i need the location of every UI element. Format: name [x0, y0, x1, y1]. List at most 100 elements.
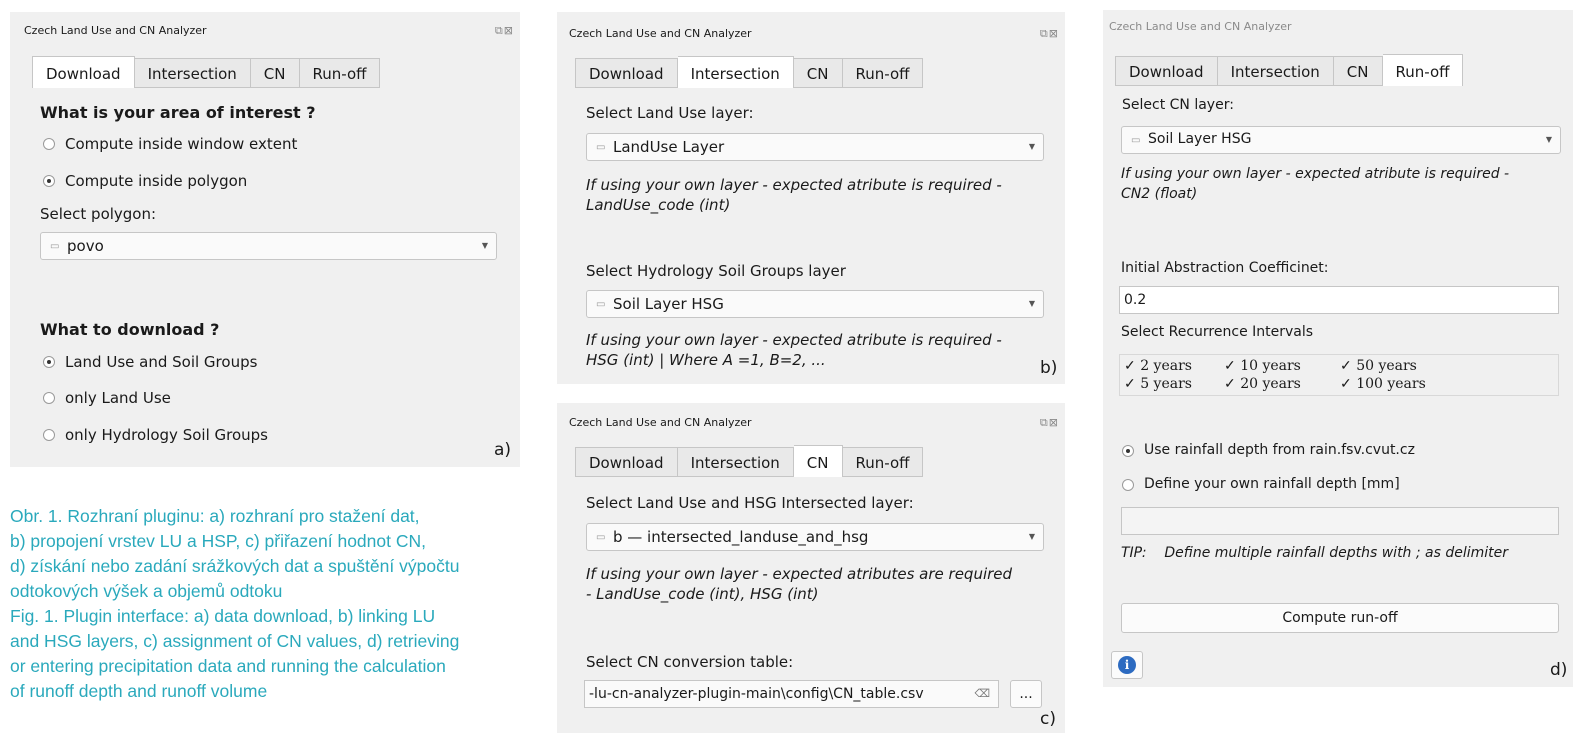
radio-rain-own[interactable]: [1122, 479, 1134, 491]
window-buttons[interactable]: ⧉⊠: [495, 24, 514, 38]
recurrence-label: 50 years: [1356, 358, 1417, 374]
hint-line: - LandUse_code (int), HSG (int): [586, 585, 819, 603]
chevron-down-icon: ▼: [481, 241, 488, 250]
tab-intersection[interactable]: Intersection: [1217, 56, 1334, 86]
dialog-title: Czech Land Use and CN Analyzer: [569, 27, 752, 40]
hsg-label: Select Hydrology Soil Groups layer: [586, 262, 846, 280]
hsg-value: Soil Layer HSG: [613, 295, 724, 313]
tab-intersection[interactable]: Intersection: [677, 447, 794, 477]
radio-polygon[interactable]: [43, 175, 55, 187]
tip-label: TIP:: [1121, 545, 1147, 561]
landuse-hint: If using your own layer - expected atrib…: [586, 175, 1002, 215]
landuse-value: LandUse Layer: [613, 138, 725, 156]
tab-download[interactable]: Download: [32, 56, 135, 88]
dialog-title: Czech Land Use and CN Analyzer: [569, 416, 752, 429]
radio-rain-online[interactable]: [1122, 445, 1134, 457]
caption-line: b) propojení vrstev LU a HSP, c) přiřaze…: [10, 531, 426, 551]
landuse-combo[interactable]: ▭ LandUse Layer ▼: [586, 133, 1044, 161]
polygon-combo[interactable]: ▭ povo ▼: [40, 232, 497, 260]
tab-intersection[interactable]: Intersection: [134, 58, 251, 88]
cn-hint: If using your own layer - expected atrib…: [1121, 164, 1509, 204]
tab-cn[interactable]: CN: [1333, 56, 1383, 86]
radio-only-landuse-label: only Land Use: [65, 389, 171, 407]
panel-letter-b: b): [1040, 358, 1058, 378]
chevron-down-icon: ▼: [1028, 532, 1035, 541]
recurrence-label: 2 years: [1140, 358, 1192, 374]
tab-cn[interactable]: CN: [793, 445, 843, 477]
panel-letter-a: a): [494, 440, 512, 460]
caption-line: d) získání nebo zadání srážkových dat a …: [10, 556, 460, 576]
radio-landuse-soil-label: Land Use and Soil Groups: [65, 353, 258, 371]
caption-line: Fig. 1. Plugin interface: a) data downlo…: [10, 606, 436, 626]
recurrence-label: Select Recurrence Intervals: [1121, 324, 1314, 340]
area-heading: What is your area of interest ?: [40, 103, 316, 122]
select-polygon-label: Select polygon:: [40, 205, 157, 223]
intersected-combo[interactable]: ▭ b — intersected_landuse_and_hsg ▼: [586, 523, 1044, 551]
tab-run-off[interactable]: Run-off: [842, 58, 924, 88]
hint-line: HSG (int) | Where A =1, B=2, ...: [586, 351, 826, 369]
intersected-label: Select Land Use and HSG Intersected laye…: [586, 494, 914, 512]
recurrence-group: ✓ 2 years ✓ 10 years ✓ 50 years ✓ 5 year…: [1119, 354, 1559, 396]
tip-message: Define multiple rainfall depths with ; a…: [1164, 545, 1509, 561]
chevron-down-icon: ▼: [1028, 299, 1035, 308]
clear-icon[interactable]: ⌫: [974, 681, 990, 707]
tab-run-off[interactable]: Run-off: [1382, 54, 1464, 86]
tab-cn[interactable]: CN: [793, 58, 843, 88]
hint-line: If using your own layer - expected atrib…: [586, 331, 1002, 349]
tab-bar: Download Intersection CN Run-off: [1115, 54, 1464, 86]
table-path-value: -lu-cn-analyzer-plugin-main\config\CN_ta…: [589, 686, 924, 702]
radio-only-hsg-label: only Hydrology Soil Groups: [65, 426, 268, 444]
radio-polygon-label: Compute inside polygon: [65, 172, 248, 190]
radio-window-extent-label: Compute inside window extent: [65, 135, 298, 153]
caption-line: Obr. 1. Rozhraní pluginu: a) rozhraní pr…: [10, 506, 420, 526]
radio-only-landuse[interactable]: [43, 392, 55, 404]
recurrence-checkbox[interactable]: ✓ 10 years: [1224, 358, 1301, 374]
landuse-label: Select Land Use layer:: [586, 104, 754, 122]
tab-intersection[interactable]: Intersection: [677, 56, 794, 88]
recurrence-checkbox[interactable]: ✓ 2 years: [1124, 358, 1192, 374]
browse-button[interactable]: ...: [1010, 680, 1042, 708]
tip-text: TIP: Define multiple rainfall depths wit…: [1121, 543, 1508, 563]
tab-run-off[interactable]: Run-off: [299, 58, 381, 88]
radio-rain-own-label: Define your own rainfall depth [mm]: [1144, 476, 1400, 492]
tab-download[interactable]: Download: [1115, 56, 1218, 86]
layer-icon: ▭: [1131, 135, 1141, 146]
radio-rain-online-label: Use rainfall depth from rain.fsv.cvut.cz: [1144, 442, 1415, 458]
radio-only-hsg[interactable]: [43, 429, 55, 441]
abstraction-label: Initial Abstraction Coefficinet:: [1121, 260, 1329, 276]
info-button[interactable]: i: [1111, 651, 1143, 679]
recurrence-checkbox[interactable]: ✓ 20 years: [1224, 376, 1301, 392]
tab-run-off[interactable]: Run-off: [842, 447, 924, 477]
intersected-value: b — intersected_landuse_and_hsg: [613, 528, 869, 546]
intersected-hint: If using your own layer - expected atrib…: [586, 564, 1012, 604]
cn-layer-combo[interactable]: ▭ Soil Layer HSG ▼: [1121, 126, 1561, 154]
panel-letter-d: d): [1550, 660, 1568, 680]
recurrence-checkbox[interactable]: ✓ 100 years: [1340, 376, 1426, 392]
polygon-value: povo: [67, 237, 104, 255]
tab-download[interactable]: Download: [575, 58, 678, 88]
tab-bar: Download Intersection CN Run-off: [575, 445, 924, 477]
recurrence-checkbox[interactable]: ✓ 5 years: [1124, 376, 1192, 392]
chevron-down-icon: ▼: [1028, 142, 1035, 151]
recurrence-checkbox[interactable]: ✓ 50 years: [1340, 358, 1417, 374]
cn-layer-label: Select CN layer:: [1122, 97, 1234, 113]
rainfall-depth-input[interactable]: [1121, 507, 1559, 535]
hint-line: LandUse_code (int): [586, 196, 731, 214]
compute-runoff-button[interactable]: Compute run-off: [1121, 603, 1559, 633]
hsg-combo[interactable]: ▭ Soil Layer HSG ▼: [586, 290, 1044, 318]
abstraction-input[interactable]: 0.2: [1119, 286, 1559, 314]
table-label: Select CN conversion table:: [586, 653, 794, 671]
window-buttons[interactable]: ⧉⊠: [1040, 27, 1059, 41]
tab-cn[interactable]: CN: [250, 58, 300, 88]
hint-line: CN2 (float): [1121, 186, 1198, 202]
radio-landuse-soil[interactable]: [43, 356, 55, 368]
tab-bar: Download Intersection CN Run-off: [575, 56, 924, 88]
figure-caption: Obr. 1. Rozhraní pluginu: a) rozhraní pr…: [10, 504, 530, 704]
panel-letter-c: c): [1040, 709, 1056, 729]
tab-download[interactable]: Download: [575, 447, 678, 477]
table-path-input[interactable]: -lu-cn-analyzer-plugin-main\config\CN_ta…: [584, 680, 999, 708]
caption-line: or entering precipitation data and runni…: [10, 656, 446, 676]
window-buttons[interactable]: ⧉⊠: [1040, 416, 1059, 430]
radio-window-extent[interactable]: [43, 138, 55, 150]
hsg-hint: If using your own layer - expected atrib…: [586, 330, 1002, 370]
